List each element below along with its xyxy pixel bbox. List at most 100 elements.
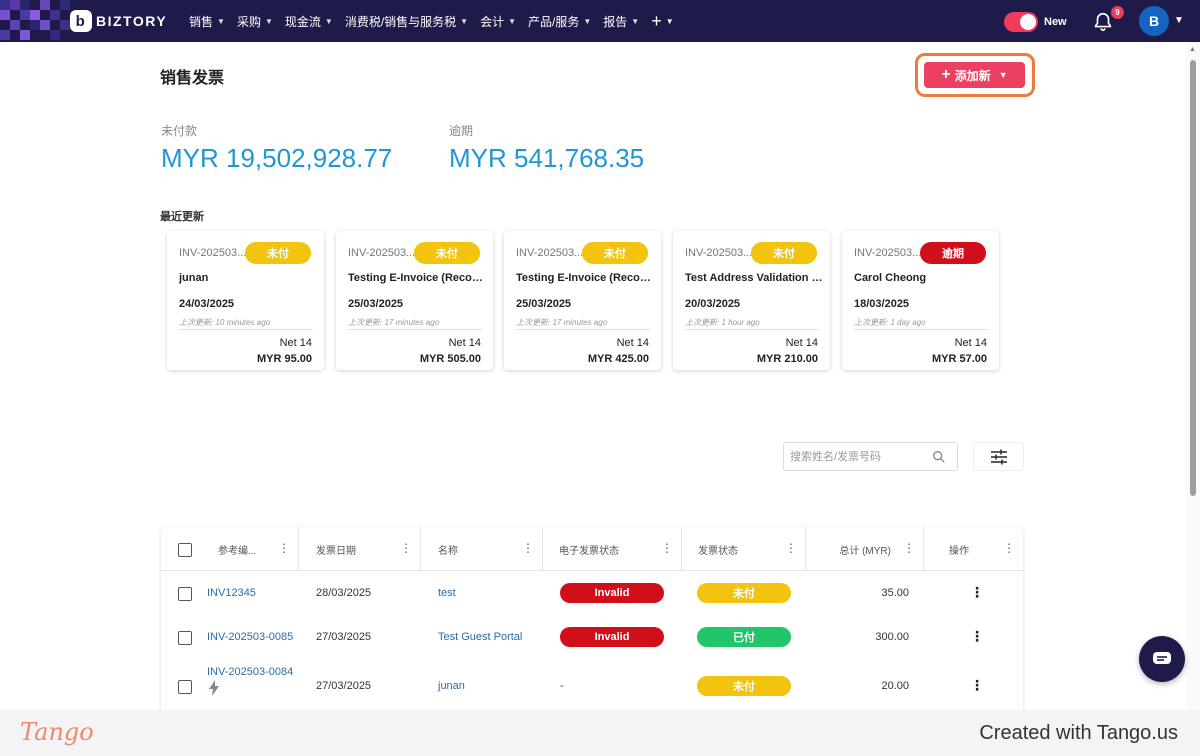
recent-invoice-card[interactable]: INV-202503... 未付 Testing E-Invoice (Reco…: [504, 231, 661, 370]
recent-invoice-card[interactable]: INV-202503... 未付 Testing E-Invoice (Reco…: [336, 231, 493, 370]
sliders-icon: [990, 449, 1007, 464]
scrollbar-thumb[interactable]: [1190, 60, 1196, 496]
col-header-einvoice-status[interactable]: 电子发票状态 ⋮: [559, 527, 681, 571]
tango-credit[interactable]: Created with Tango.us: [979, 722, 1178, 745]
column-divider[interactable]: [298, 527, 299, 571]
recent-invoice-card[interactable]: INV-202503... 未付 junan 24/03/2025 上次更新: …: [167, 231, 324, 370]
column-divider[interactable]: [542, 527, 543, 571]
column-divider[interactable]: [923, 527, 924, 571]
card-amount: MYR 505.00: [419, 353, 481, 365]
col-header-invoice-status[interactable]: 发票状态 ⋮: [698, 527, 805, 571]
column-menu-icon[interactable]: ⋮: [400, 542, 412, 554]
chat-button[interactable]: [1139, 636, 1185, 682]
invoice-table: 参考编... ⋮ 发票日期 ⋮ 名称 ⋮ 电子发票状态 ⋮ 发票状态 ⋮ 总计 (MYR)…: [161, 527, 1023, 710]
card-date: 25/03/2025: [516, 298, 572, 310]
row-checkbox[interactable]: [178, 587, 192, 601]
add-new-button[interactable]: + 添加新 ▼: [924, 62, 1025, 88]
unpaid-amount: MYR 19,502,928.77: [161, 143, 393, 173]
table-row[interactable]: INV-202503-0085 27/03/2025 Test Guest Po…: [161, 615, 1023, 659]
customer-name-link[interactable]: junan: [438, 680, 465, 692]
invoice-date: 27/03/2025: [316, 631, 372, 643]
menu-item-purchases[interactable]: 采购 ▼: [237, 13, 273, 30]
card-customer: Test Address Validation (...: [685, 272, 823, 284]
card-amount: MYR 95.00: [256, 353, 312, 365]
customer-name-link[interactable]: test: [438, 587, 456, 599]
column-menu-icon[interactable]: ⋮: [1003, 542, 1015, 554]
column-menu-icon[interactable]: ⋮: [903, 542, 915, 554]
search-box[interactable]: [783, 442, 958, 471]
card-customer: Testing E-Invoice (Record): [516, 272, 654, 284]
select-all-checkbox[interactable]: [178, 543, 192, 557]
card-date: 20/03/2025: [685, 298, 741, 310]
card-customer: Carol Cheong: [854, 272, 927, 284]
filter-button[interactable]: [973, 442, 1024, 471]
invoice-status-badge: 已付: [697, 627, 791, 647]
column-menu-icon[interactable]: ⋮: [785, 542, 797, 554]
card-terms: Net 14: [785, 337, 818, 349]
top-navbar: b BIZTORY 销售 ▼ 采购 ▼ 现金流 ▼ 消费税/销售与服务税 ▼ 会计 ▼ 产…: [0, 0, 1200, 42]
card-ref: INV-202503...: [685, 247, 753, 259]
invoice-ref-link[interactable]: INV-202503-0084: [207, 666, 293, 678]
plus-icon: +: [941, 66, 951, 83]
card-customer: junan: [179, 272, 209, 284]
column-divider[interactable]: [681, 527, 682, 571]
row-actions-icon[interactable]: ⋮: [970, 677, 984, 694]
col-header-date[interactable]: 发票日期 ⋮: [316, 527, 420, 571]
brand-name: BIZTORY: [96, 13, 168, 29]
invoice-status-badge: 未付: [697, 583, 791, 603]
col-header-actions[interactable]: 操作 ⋮: [949, 527, 1023, 571]
row-checkbox[interactable]: [178, 680, 192, 694]
customer-name-link[interactable]: Test Guest Portal: [438, 631, 522, 643]
new-ui-toggle[interactable]: New: [1004, 12, 1067, 32]
card-updated: 上次更新: 17 minutes ago: [516, 318, 608, 327]
card-updated: 上次更新: 1 hour ago: [685, 318, 760, 327]
toggle-switch[interactable]: [1004, 12, 1038, 32]
row-checkbox[interactable]: [178, 631, 192, 645]
column-divider[interactable]: [420, 527, 421, 571]
table-row[interactable]: INV-202503-0084 27/03/2025 junan - 未付 20…: [161, 659, 1023, 710]
menu-add-button[interactable]: + ▼: [651, 11, 673, 32]
menu-item-sales[interactable]: 销售 ▼: [189, 13, 225, 30]
brand-logo[interactable]: b BIZTORY: [70, 10, 167, 32]
page-scrollbar[interactable]: ▲: [1186, 42, 1200, 710]
card-divider: [348, 329, 482, 330]
einvoice-status-empty: -: [560, 680, 564, 692]
menu-item-cashflow[interactable]: 现金流 ▼: [285, 13, 333, 30]
add-new-highlight: + 添加新 ▼: [915, 53, 1035, 97]
column-menu-icon[interactable]: ⋮: [661, 542, 673, 554]
col-header-total[interactable]: 总计 (MYR) ⋮: [805, 527, 923, 571]
invoice-ref-link[interactable]: INV-202503-0085: [207, 631, 293, 643]
table-row[interactable]: INV12345 28/03/2025 test Invalid 未付 35.0…: [161, 571, 1023, 615]
row-actions-icon[interactable]: ⋮: [970, 628, 984, 645]
search-input[interactable]: [790, 449, 930, 465]
scroll-up-icon[interactable]: ▲: [1189, 46, 1196, 53]
recent-invoice-card[interactable]: INV-202503... 未付 Test Address Validation…: [673, 231, 830, 370]
chat-icon: [1153, 652, 1171, 664]
menu-item-products[interactable]: 产品/服务 ▼: [528, 13, 591, 30]
col-header-name[interactable]: 名称 ⋮: [438, 527, 542, 571]
caret-down-icon: ▼: [217, 16, 225, 26]
recent-invoice-card[interactable]: INV-202503... 逾期 Carol Cheong 18/03/2025…: [842, 231, 999, 370]
card-divider: [854, 329, 988, 330]
tango-footer: Tango Created with Tango.us: [0, 710, 1200, 756]
column-menu-icon[interactable]: ⋮: [522, 542, 534, 554]
einvoice-status-badge: Invalid: [560, 627, 664, 647]
einvoice-status-badge: Invalid: [560, 583, 664, 603]
menu-item-tax[interactable]: 消费税/销售与服务税 ▼: [345, 13, 468, 30]
page-title: 销售发票: [160, 70, 225, 87]
chevron-down-icon: ▼: [998, 70, 1008, 80]
menu-item-reports[interactable]: 报告 ▼: [603, 13, 639, 30]
add-new-label: 添加新: [954, 68, 991, 83]
tango-logo: Tango: [20, 718, 94, 746]
card-ref: INV-202503...: [179, 247, 247, 259]
search-icon[interactable]: [931, 449, 947, 465]
column-menu-icon[interactable]: ⋮: [278, 542, 290, 554]
user-avatar[interactable]: B: [1139, 6, 1169, 36]
table-header: 参考编... ⋮ 发票日期 ⋮ 名称 ⋮ 电子发票状态 ⋮ 发票状态 ⋮ 总计 (MYR)…: [161, 527, 1023, 571]
chevron-down-icon[interactable]: ▼: [1174, 15, 1184, 26]
invoice-date: 27/03/2025: [316, 680, 372, 692]
row-actions-icon[interactable]: ⋮: [970, 584, 984, 601]
menu-item-accounting[interactable]: 会计 ▼: [480, 13, 516, 30]
invoice-ref-link[interactable]: INV12345: [207, 587, 256, 599]
col-header-ref[interactable]: 参考编... ⋮: [218, 527, 298, 571]
